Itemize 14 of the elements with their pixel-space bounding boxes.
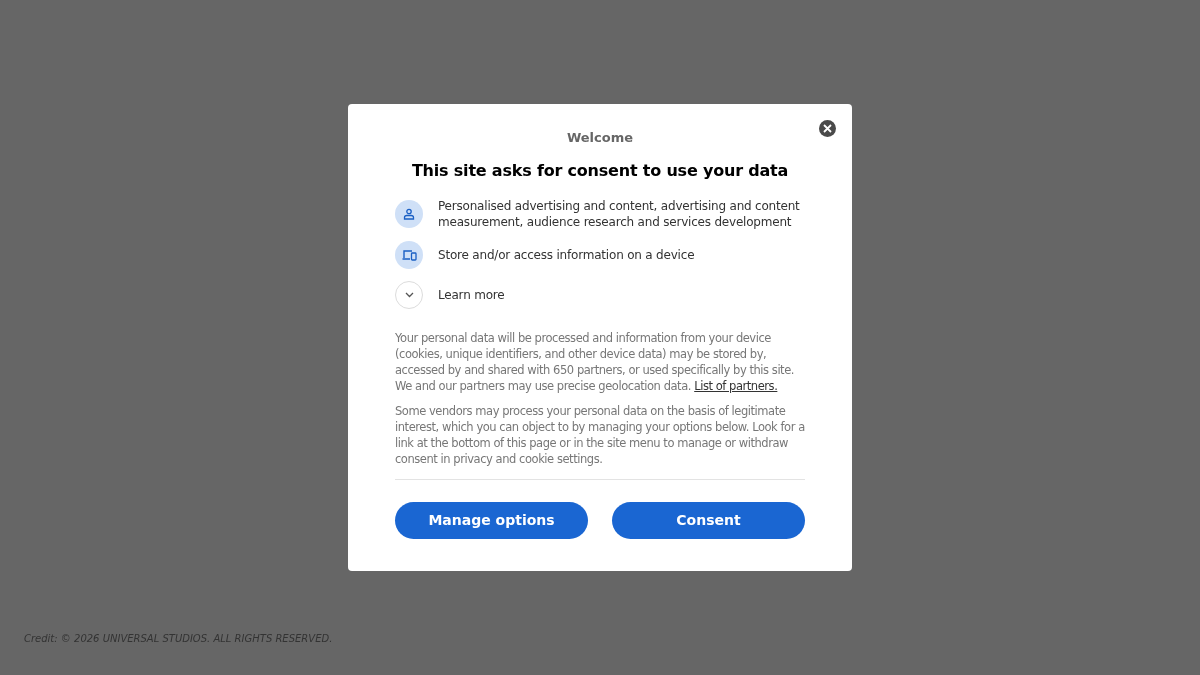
partners-link[interactable]: List of partners.: [694, 379, 778, 393]
person-icon: [395, 200, 423, 228]
manage-options-button[interactable]: Manage options: [395, 502, 588, 539]
consent-button[interactable]: Consent: [612, 502, 805, 539]
purpose-text: Personalised advertising and content, advertising and content measurement, audience research and services development: [438, 198, 801, 230]
learn-more-link[interactable]: Learn more: [438, 287, 505, 303]
close-button[interactable]: [819, 120, 836, 137]
close-icon: [823, 124, 832, 133]
info-paragraph: Your personal data will be processed and information from your device (cookies, unique identifiers, and other device data) may be stored by, accessed by and shared with 650 partners, or used specifically by this site. We and our partners may use precise geolocation data. List of partners.: [395, 330, 795, 394]
purpose-text: Store and/or access information on a device: [438, 247, 695, 263]
info-paragraph: Some vendors may process your personal data on the basis of legitimate interest, which you can object to by managing your options below. Look for a link at the bottom of this page or in the site menu to manage or withdraw consent in privacy and cookie settings.: [395, 403, 806, 467]
dialog-title: This site asks for consent to use your data: [410, 160, 790, 182]
devices-icon: [395, 241, 423, 269]
dialog-subtitle: Welcome: [565, 129, 635, 147]
